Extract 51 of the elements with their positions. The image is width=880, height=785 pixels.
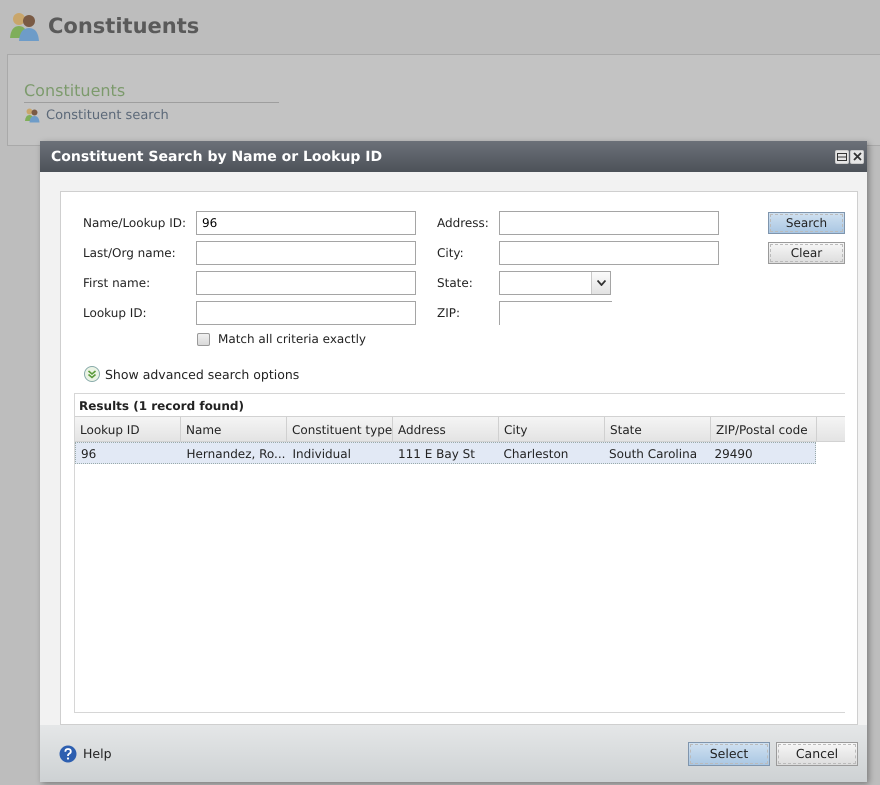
field-label: First name: (83, 276, 152, 290)
match-checkbox[interactable] (197, 332, 210, 346)
state-dropdown[interactable] (499, 271, 611, 295)
search-button[interactable]: Search (768, 212, 845, 234)
panel-heading: Constituents (24, 81, 279, 103)
caret-icon (596, 280, 606, 286)
column-header[interactable]: Address (393, 417, 499, 441)
column-header[interactable]: Name (181, 417, 287, 441)
expand-icon (84, 366, 100, 382)
table-cell-text: 111 E Bay St (397, 446, 476, 463)
window-icon (837, 152, 847, 160)
column-header[interactable]: Lookup ID (75, 417, 181, 441)
help-icon (59, 744, 77, 762)
input-field[interactable] (196, 241, 416, 265)
results-title: Results (1 record found) (78, 398, 245, 415)
column-header[interactable]: ZIP/Postal code (711, 417, 817, 441)
field-label: Address: (437, 216, 490, 230)
advanced-options-link[interactable]: Show advanced search options (105, 366, 300, 382)
close-button[interactable] (850, 150, 864, 164)
field-label: Last/Org name: (83, 246, 177, 260)
clear-button[interactable]: Clear (768, 242, 845, 264)
people-icon (24, 107, 40, 123)
dialog-title: Constituent Search by Name or Lookup ID (51, 148, 382, 164)
field-label: State: (437, 276, 474, 290)
field-label: Name/Lookup ID: (83, 216, 188, 230)
field-label: ZIP: (437, 306, 462, 320)
close-icon (852, 152, 862, 161)
field-label: City: (437, 246, 465, 260)
input-field[interactable] (196, 301, 416, 325)
field-label: Lookup ID: (83, 306, 148, 320)
table-cell-text: 96 (80, 446, 98, 463)
checkbox-label: Match all criteria exactly (218, 332, 366, 346)
table-cell-text: 29490 (714, 446, 754, 463)
result-row[interactable]: 96 Hernandez, Ro... Individual 111 E Bay St Charleston South Carolina 29490 (75, 442, 816, 464)
input-field[interactable]: 96 (196, 211, 416, 235)
column-header[interactable]: City (499, 417, 605, 441)
input-field[interactable] (196, 271, 416, 295)
help-link[interactable]: Help (83, 746, 112, 761)
table-cell-text: Individual (292, 446, 352, 463)
people-icon (8, 10, 40, 42)
maximize-button[interactable] (835, 150, 849, 164)
select-button[interactable]: Select (688, 742, 770, 766)
cancel-button[interactable]: Cancel (776, 742, 858, 766)
page-title: Constituents (48, 14, 200, 38)
input-field[interactable] (499, 241, 719, 265)
table-cell-text: South Carolina (608, 446, 698, 463)
input-field[interactable] (499, 211, 719, 235)
column-header[interactable]: Constituent type (287, 417, 393, 441)
table-cell-text: Charleston (502, 446, 570, 463)
table-cell-text: Hernandez, Ro... (186, 446, 286, 463)
column-header[interactable]: State (605, 417, 711, 441)
